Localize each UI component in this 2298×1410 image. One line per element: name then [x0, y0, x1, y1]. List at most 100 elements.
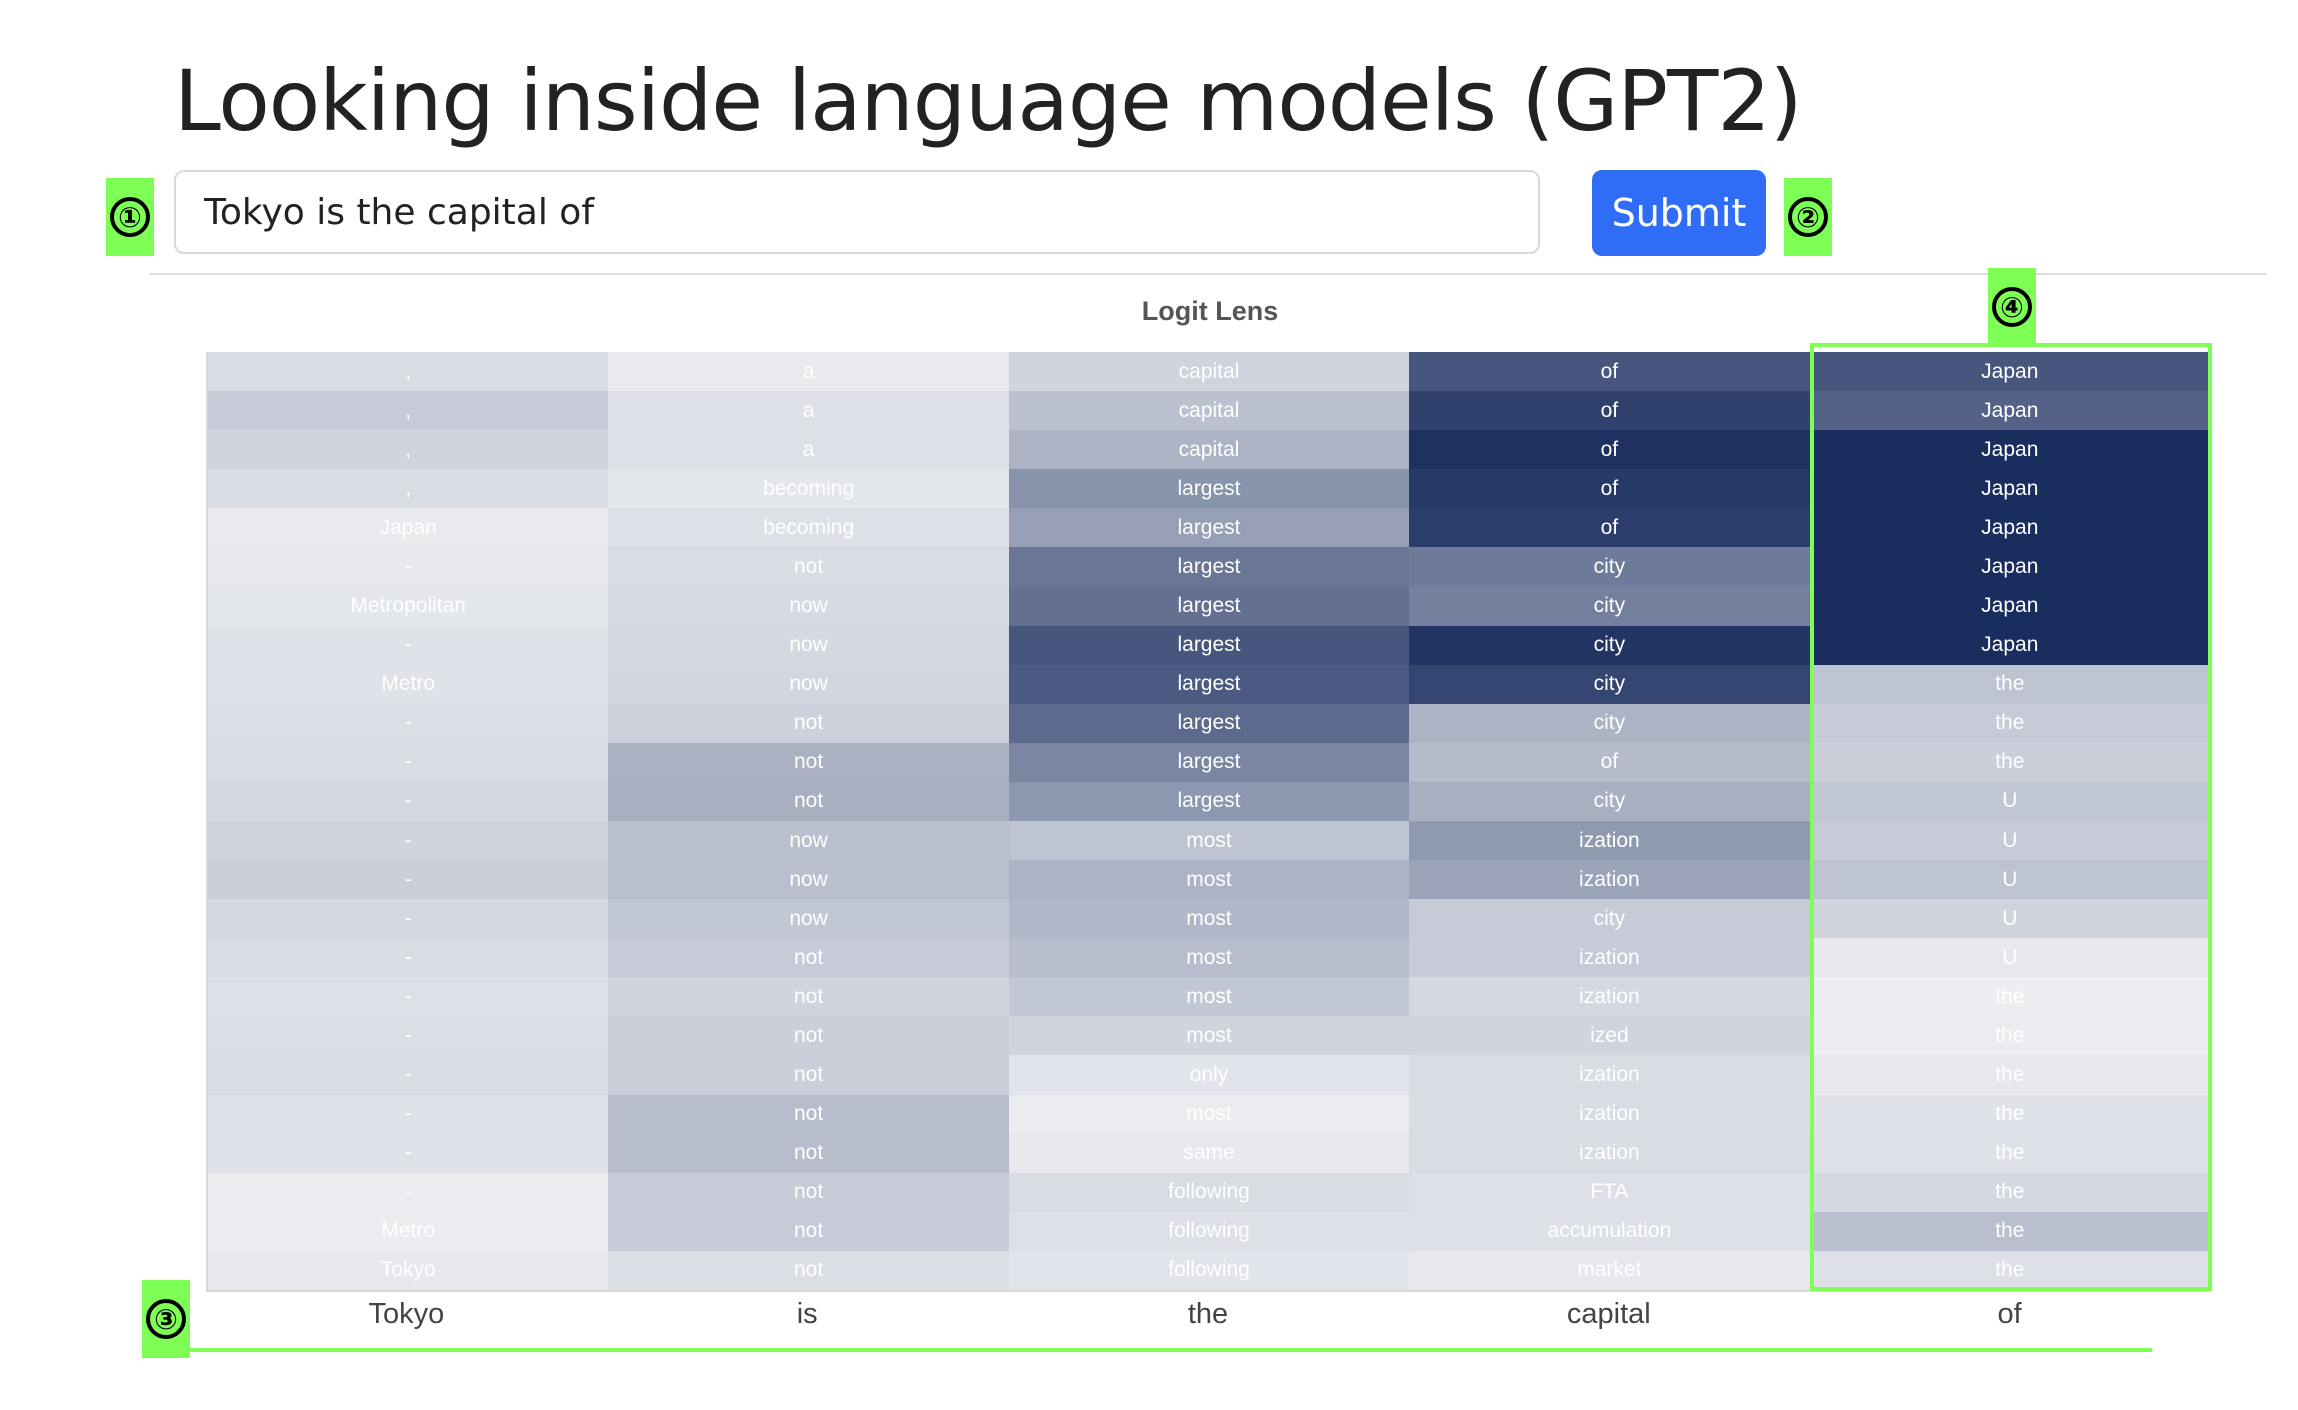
prompt-input[interactable]	[174, 170, 1540, 254]
heatmap-cell: accumulation	[1409, 1211, 1810, 1251]
heatmap-cell: the	[1809, 1055, 2210, 1095]
heatmap-cell: Japan	[1809, 625, 2210, 665]
heatmap-cell: ,	[208, 391, 609, 431]
heatmap-cell: now	[608, 820, 1009, 861]
heatmap-cell: city	[1409, 781, 1810, 821]
heatmap-cell: of	[1409, 430, 1810, 470]
heatmap-cell: of	[1409, 508, 1810, 548]
heatmap-cell: Metro	[208, 664, 609, 704]
heatmap-cell: capital	[1008, 352, 1410, 392]
logit-lens-heatmap: , a capital of Japan, a capital of Japan, a capita…	[206, 352, 2210, 1292]
heatmap-cell: the	[1809, 1250, 2210, 1290]
heatmap-cell: not	[608, 1172, 1009, 1212]
heatmap-cell: U	[1809, 860, 2210, 900]
heatmap-cell: becoming	[608, 469, 1009, 509]
heatmap-cell: U	[1809, 899, 2210, 939]
heatmap-cell: becoming	[608, 508, 1009, 548]
heatmap-cell: -	[208, 1172, 609, 1212]
x-axis-label: is	[796, 1298, 818, 1330]
heatmap-cell: most	[1008, 1094, 1410, 1134]
heatmap-cell: ization	[1409, 1133, 1810, 1173]
annotation-marker-3: ③	[142, 1280, 190, 1358]
heatmap-cell: Japan	[1809, 469, 2210, 509]
heatmap-cell: -	[208, 547, 609, 587]
heatmap-cell: ,	[208, 430, 609, 470]
heatmap-cell: -	[208, 860, 609, 900]
heatmap-cell: capital	[1008, 391, 1410, 431]
heatmap-cell: the	[1809, 977, 2210, 1017]
heatmap-cell: largest	[1008, 586, 1410, 626]
heatmap-cell: of	[1409, 352, 1810, 392]
heatmap-cell: not	[608, 742, 1009, 782]
x-axis-label: the	[1187, 1298, 1229, 1330]
heatmap-cell: most	[1008, 860, 1410, 900]
annotation-marker-1: ①	[106, 178, 154, 256]
heatmap-cell: of	[1409, 469, 1810, 509]
heatmap-cell: city	[1409, 703, 1810, 743]
heatmap-cell: most	[1008, 899, 1410, 939]
heatmap-cell: ization	[1409, 1094, 1810, 1134]
heatmap-cell: now	[608, 664, 1009, 704]
heatmap-cell: city	[1409, 664, 1810, 704]
heatmap-cell: largest	[1008, 664, 1410, 704]
heatmap-cell: -	[208, 977, 609, 1017]
heatmap-cell: U	[1809, 781, 2210, 821]
heatmap-cell: same	[1008, 1133, 1410, 1173]
submit-button[interactable]: Submit	[1592, 170, 1766, 256]
heatmap-cell: city	[1409, 625, 1810, 665]
heatmap-cell: ization	[1409, 1055, 1810, 1095]
heatmap-cell: Japan	[1809, 547, 2210, 587]
x-axis-labels: Tokyo is the capital of	[206, 1298, 2210, 1331]
heatmap-cell: ization	[1409, 860, 1810, 900]
heatmap-cell: city	[1409, 586, 1810, 626]
heatmap-cell: -	[208, 742, 609, 782]
annotation-number-2: ②	[1788, 197, 1828, 237]
heatmap-cell: -	[208, 781, 609, 821]
heatmap-cell: U	[1809, 938, 2210, 978]
heatmap-cell: largest	[1008, 703, 1410, 743]
heatmap-cell: Japan	[1809, 430, 2210, 470]
heatmap-cell: Japan	[1809, 586, 2210, 626]
heatmap-cell: Japan	[208, 508, 609, 548]
heatmap-cell: not	[608, 1055, 1009, 1095]
heatmap-cell: -	[208, 899, 609, 939]
annotation-number-3: ③	[146, 1299, 186, 1339]
annotation-marker-2: ②	[1784, 178, 1832, 256]
heatmap-cell: not	[608, 938, 1009, 978]
heatmap-cell: -	[208, 1094, 609, 1134]
annotation-number-4: ④	[1992, 287, 2032, 327]
heatmap-cell: the	[1809, 1172, 2210, 1212]
heatmap-cell: largest	[1008, 742, 1410, 782]
heatmap-cell: Japan	[1809, 352, 2210, 392]
heatmap-cell: ,	[208, 352, 609, 392]
annotation-marker-4: ④	[1988, 268, 2036, 346]
heatmap-cell: following	[1008, 1172, 1410, 1212]
x-axis-label: of	[1997, 1298, 2022, 1330]
heatmap-cell: the	[1809, 1016, 2210, 1056]
heatmap-cell: not	[608, 781, 1009, 821]
heatmap-cell: not	[608, 1211, 1009, 1251]
heatmap-cell: a	[608, 430, 1009, 470]
heatmap-cell: city	[1409, 899, 1810, 939]
heatmap-cell: the	[1809, 742, 2210, 782]
heatmap-cell: the	[1809, 703, 2210, 743]
x-axis-label: Tokyo	[368, 1298, 445, 1330]
heatmap-cell: now	[608, 899, 1009, 939]
heatmap-cell: -	[208, 820, 609, 861]
heatmap-cell: market	[1409, 1250, 1810, 1290]
heatmap-cell: Japan	[1809, 508, 2210, 548]
annotation-number-1: ①	[110, 197, 150, 237]
heatmap-cell: Tokyo	[208, 1250, 609, 1290]
heatmap-cell: most	[1008, 977, 1410, 1017]
heatmap-cell: largest	[1008, 625, 1410, 665]
heatmap-cell: following	[1008, 1250, 1410, 1290]
heatmap-cell: FTA	[1409, 1172, 1810, 1212]
heatmap-cell: Metropolitan	[208, 586, 609, 626]
heatmap-cell: only	[1008, 1055, 1410, 1095]
heatmap-cell: most	[1008, 1016, 1410, 1056]
heatmap-cell: Japan	[1809, 391, 2210, 431]
annotation-underline	[142, 1348, 2152, 1352]
heatmap-cell: capital	[1008, 430, 1410, 470]
heatmap-cell: now	[608, 586, 1009, 626]
x-axis-label: capital	[1566, 1298, 1651, 1330]
